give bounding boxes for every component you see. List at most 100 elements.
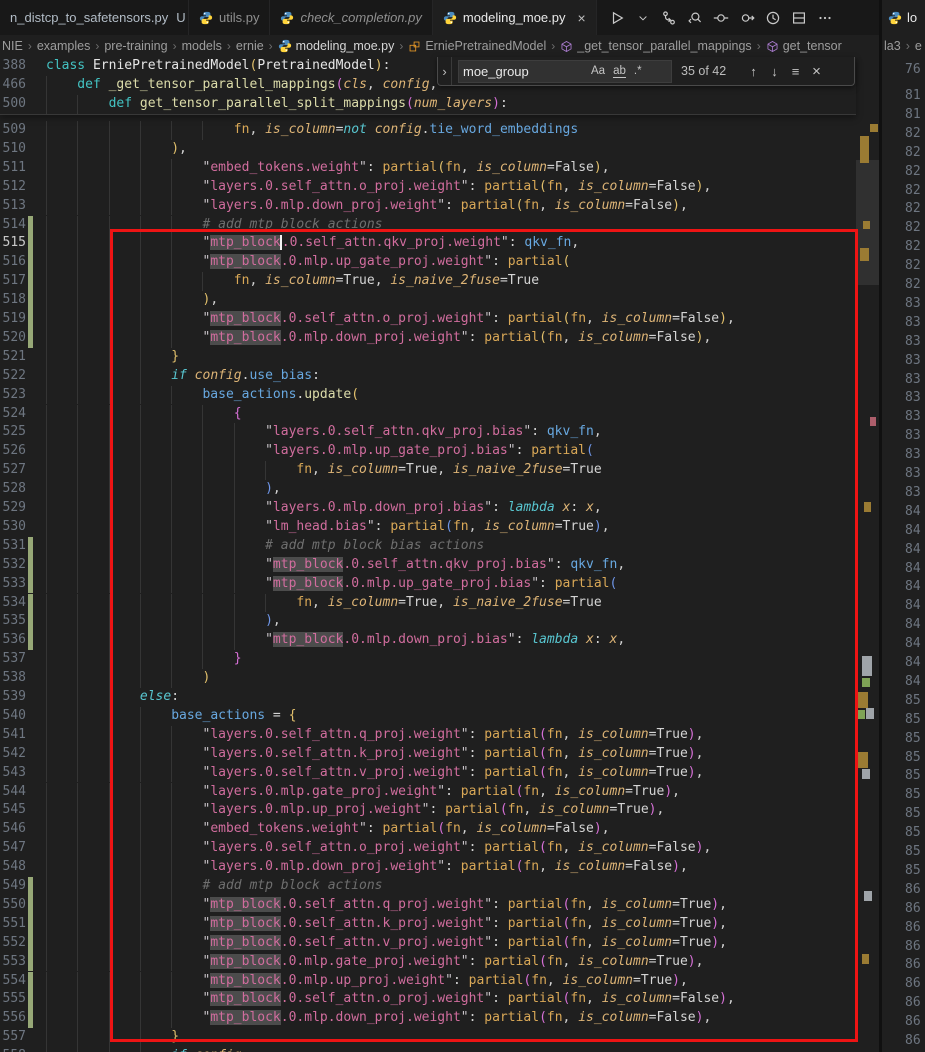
line-number[interactable]: 511	[0, 159, 26, 178]
code-line[interactable]: 542"layers.0.self_attn.k_proj.weight": p…	[0, 745, 856, 764]
line-number[interactable]: 556	[0, 1009, 26, 1028]
line-number[interactable]: 81	[905, 87, 921, 106]
code-line[interactable]: 547"layers.0.self_attn.o_proj.weight": p…	[0, 839, 856, 858]
line-number[interactable]: 86	[905, 1013, 921, 1032]
line-number[interactable]: 532	[0, 556, 26, 575]
breadcrumb-fragment[interactable]: la3	[884, 39, 901, 53]
line-number[interactable]: 550	[0, 896, 26, 915]
line-number[interactable]: 513	[0, 197, 26, 216]
line-number[interactable]: 522	[0, 367, 26, 386]
source-control-graph-icon[interactable]	[661, 9, 678, 26]
regex-icon[interactable]: .*	[634, 65, 642, 77]
code-line[interactable]: 534fn, is_column=True, is_naive_2fuse=Tr…	[0, 594, 856, 613]
line-number[interactable]: 541	[0, 726, 26, 745]
line-number[interactable]: 533	[0, 575, 26, 594]
line-number[interactable]: 83	[905, 465, 921, 484]
line-number[interactable]: 542	[0, 745, 26, 764]
sticky-line[interactable]: 500def get_tensor_parallel_split_mapping…	[0, 95, 856, 114]
code-line[interactable]: 553"mtp_block.0.mlp.gate_proj.weight": p…	[0, 953, 856, 972]
more-actions-icon[interactable]	[817, 9, 834, 26]
line-number[interactable]: 85	[905, 805, 921, 824]
code-editor[interactable]: 509fn, is_column=not config.tie_word_emb…	[0, 57, 879, 1052]
line-number[interactable]: 548	[0, 858, 26, 877]
line-number[interactable]: 520	[0, 329, 26, 348]
line-number[interactable]: 515	[0, 234, 26, 253]
code-line[interactable]: 545"layers.0.mlp.up_proj.weight": partia…	[0, 801, 856, 820]
line-number[interactable]: 552	[0, 934, 26, 953]
code-line[interactable]: 531# add mtp block bias actions	[0, 537, 856, 556]
line-number[interactable]: 84	[905, 616, 921, 635]
line-number[interactable]: 537	[0, 650, 26, 669]
line-number[interactable]: 86	[905, 919, 921, 938]
code-line[interactable]: 551"mtp_block.0.self_attn.k_proj.weight"…	[0, 915, 856, 934]
line-number[interactable]: 525	[0, 423, 26, 442]
code-line[interactable]: 524{	[0, 405, 856, 424]
code-line[interactable]: 537}	[0, 650, 856, 669]
line-number[interactable]: 85	[905, 786, 921, 805]
line-number[interactable]: 534	[0, 594, 26, 613]
code-line[interactable]: 530"lm_head.bias": partial(fn, is_column…	[0, 518, 856, 537]
tab-modeling-moe[interactable]: modeling_moe.py ×	[433, 0, 597, 35]
line-number[interactable]: 529	[0, 499, 26, 518]
line-number[interactable]: 85	[905, 730, 921, 749]
line-number[interactable]: 82	[905, 163, 921, 182]
breadcrumb-item-examples[interactable]: examples	[37, 39, 91, 53]
line-number[interactable]: 82	[905, 219, 921, 238]
line-number[interactable]: 530	[0, 518, 26, 537]
line-number[interactable]: 86	[905, 994, 921, 1013]
line-number[interactable]: 85	[905, 824, 921, 843]
tab-right-group[interactable]: lo	[882, 0, 925, 35]
code-line[interactable]: 517fn, is_column=True, is_naive_2fuse=Tr…	[0, 272, 856, 291]
code-line[interactable]: 527fn, is_column=True, is_naive_2fuse=Tr…	[0, 461, 856, 480]
line-number[interactable]: 84	[905, 503, 921, 522]
line-number[interactable]: 83	[905, 427, 921, 446]
line-number[interactable]: 85	[905, 692, 921, 711]
tab-utils[interactable]: utils.py	[189, 0, 270, 35]
line-number[interactable]: 86	[905, 900, 921, 919]
line-number[interactable]: 84	[905, 541, 921, 560]
line-number[interactable]: 84	[905, 654, 921, 673]
code-line[interactable]: 538)	[0, 669, 856, 688]
match-case-icon[interactable]: Aa	[591, 65, 605, 77]
code-line[interactable]: 515"mtp_block.0.self_attn.qkv_proj.weigh…	[0, 234, 856, 253]
line-number[interactable]: 531	[0, 537, 26, 556]
close-icon[interactable]: ×	[578, 10, 586, 26]
tab-n-distcp-to-safetensors[interactable]: n_distcp_to_safetensors.py U	[0, 0, 189, 35]
line-number[interactable]: 536	[0, 631, 26, 650]
line-number[interactable]: 82	[905, 125, 921, 144]
line-number[interactable]: 85	[905, 749, 921, 768]
line-number[interactable]: 539	[0, 688, 26, 707]
line-number[interactable]: 85	[905, 843, 921, 862]
line-number[interactable]: 85	[905, 767, 921, 786]
line-number[interactable]: 76	[905, 61, 921, 80]
line-number[interactable]: 83	[905, 314, 921, 333]
breadcrumb-item-pre-training[interactable]: pre-training	[104, 39, 167, 53]
breadcrumb-item-get-tensor[interactable]: get_tensor	[766, 39, 842, 53]
line-number[interactable]: 553	[0, 953, 26, 972]
line-number[interactable]: 82	[905, 238, 921, 257]
line-number[interactable]: 83	[905, 408, 921, 427]
find-collapse-chevron-icon[interactable]: ›	[438, 57, 452, 85]
find-input[interactable]	[459, 64, 587, 79]
code-line[interactable]: 526"layers.0.mlp.up_gate_proj.bias": par…	[0, 442, 856, 461]
code-line[interactable]: 554"mtp_block.0.mlp.up_proj.weight": par…	[0, 972, 856, 991]
line-number[interactable]: 543	[0, 764, 26, 783]
line-number[interactable]: 554	[0, 972, 26, 991]
line-number[interactable]: 500	[0, 95, 26, 114]
line-number[interactable]: 86	[905, 881, 921, 900]
code-line[interactable]: 532"mtp_block.0.self_attn.qkv_proj.bias"…	[0, 556, 856, 575]
code-line[interactable]: 544"layers.0.mlp.gate_proj.weight": part…	[0, 783, 856, 802]
line-number[interactable]: 82	[905, 182, 921, 201]
line-number[interactable]: 388	[0, 57, 26, 76]
code-line[interactable]: 529"layers.0.mlp.down_proj.bias": lambda…	[0, 499, 856, 518]
code-line[interactable]: 535),	[0, 612, 856, 631]
code-line[interactable]: 520"mtp_block.0.mlp.down_proj.weight": p…	[0, 329, 856, 348]
code-line[interactable]: 511"embed_tokens.weight": partial(fn, is…	[0, 159, 856, 178]
history-icon[interactable]	[765, 9, 782, 26]
line-number[interactable]: 518	[0, 291, 26, 310]
line-number[interactable]: 83	[905, 484, 921, 503]
right-editor-pane[interactable]: 7681818282828282828282828383838383838383…	[882, 57, 925, 1052]
line-number[interactable]: 551	[0, 915, 26, 934]
line-number[interactable]: 527	[0, 461, 26, 480]
breadcrumb-item-erniepretrainedmodel[interactable]: ErniePretrainedModel	[408, 39, 546, 53]
